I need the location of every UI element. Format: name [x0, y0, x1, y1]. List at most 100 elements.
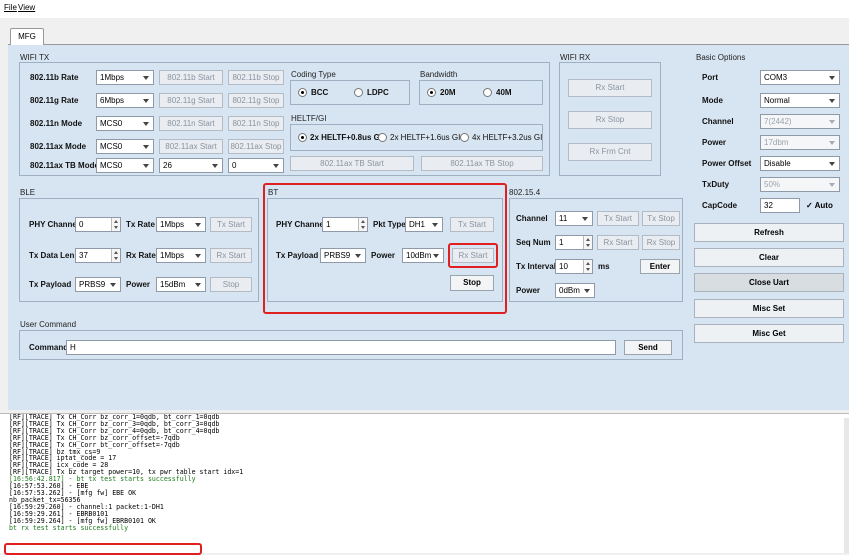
z154-seq-input[interactable]: 1 [555, 235, 593, 250]
z154-title: 802.15.4 [509, 188, 541, 197]
z154-channel-select[interactable]: 11 [555, 211, 593, 226]
ble-title: BLE [20, 188, 36, 197]
check-icon: ✓ [806, 201, 813, 210]
gi3-label: 4x HELTF+3.2us GI [472, 133, 543, 142]
chevron-down-icon [829, 162, 835, 166]
channel-select[interactable]: 7(2442) [760, 114, 840, 129]
ble-tx-start-button[interactable]: Tx Start [210, 217, 252, 232]
chevron-down-icon [582, 217, 588, 221]
ble-rxrate-select[interactable]: 1Mbps [156, 248, 206, 263]
start-11g-button[interactable]: 802.11g Start [159, 93, 223, 108]
send-button[interactable]: Send [624, 340, 672, 355]
misc-get-button[interactable]: Misc Get [694, 324, 844, 343]
stop-11n-button[interactable]: 802.11n Stop [228, 116, 284, 131]
rx-start-highlight-box [448, 243, 498, 268]
chevron-down-icon [143, 99, 149, 103]
gi2-radio[interactable] [378, 133, 387, 142]
z154-ms-label: ms [598, 262, 610, 271]
chevron-down-icon [584, 289, 590, 293]
log-line: bt rx test starts successfully [9, 523, 129, 532]
bcc-label: BCC [311, 88, 329, 97]
bw40-radio[interactable] [483, 88, 492, 97]
z154-seq-label: Seq Num [516, 238, 551, 247]
mode-11ax-label: 802.11ax Mode [30, 142, 87, 151]
wifi-rx-stop-button[interactable]: Rx Stop [568, 111, 652, 129]
wifi-rx-start-button[interactable]: Rx Start [568, 79, 652, 97]
chevron-down-icon [829, 99, 835, 103]
bw20-radio[interactable] [427, 88, 436, 97]
ble-phy-input[interactable]: 0 [75, 217, 121, 232]
port-label: Port [702, 73, 718, 82]
ble-rx-start-button[interactable]: Rx Start [210, 248, 252, 263]
rate-11g-select[interactable]: 6Mbps [96, 93, 154, 108]
spinner-icon[interactable] [583, 236, 592, 249]
log-console[interactable]: [RF][TRACE] Tx CH_Corr bz_corr_1=0qdb, b… [0, 413, 849, 553]
z154-tx-start-button[interactable]: Tx Start [597, 211, 639, 226]
spinner-icon[interactable] [583, 260, 592, 273]
z154-interval-input[interactable]: 10 [555, 259, 593, 274]
close-uart-button[interactable]: Close Uart [694, 273, 844, 292]
tb-mode-select[interactable]: MCS0 [96, 158, 154, 173]
spinner-icon[interactable] [111, 218, 120, 231]
ble-power-select[interactable]: 15dBm [156, 277, 206, 292]
stop-11g-button[interactable]: 802.11g Stop [228, 93, 284, 108]
auto-label: Auto [814, 201, 833, 210]
ble-datalen-input[interactable]: 37 [75, 248, 121, 263]
power-label: Power [702, 138, 727, 147]
ble-payload-select[interactable]: PRBS9 [75, 277, 121, 292]
tb-index-select[interactable]: 0 [228, 158, 284, 173]
basic-options-title: Basic Options [696, 53, 746, 62]
chevron-down-icon [195, 223, 201, 227]
menu-view[interactable]: View [18, 3, 35, 12]
capcode-input[interactable]: 32 [760, 198, 800, 213]
stop-11ax-button[interactable]: 802.11ax Stop [228, 139, 284, 154]
log-line: [16:57:53.262] - [mfg fw] EBE OK [9, 488, 137, 497]
misc-set-button[interactable]: Misc Set [694, 299, 844, 318]
bcc-radio[interactable] [298, 88, 307, 97]
tab-mfg[interactable]: MFG [10, 28, 44, 45]
txduty-select[interactable]: 50% [760, 177, 840, 192]
menu-file[interactable]: File [4, 3, 17, 12]
wifi-tx-title: WIFI TX [20, 53, 50, 62]
port-select[interactable]: COM3 [760, 70, 840, 85]
rate-11b-select[interactable]: 1Mbps [96, 70, 154, 85]
tb-stop-button[interactable]: 802.11ax TB Stop [421, 156, 543, 171]
log-highlight-box [4, 543, 202, 555]
wifi-rx-title: WIFI RX [560, 53, 591, 62]
chevron-down-icon [829, 183, 835, 187]
command-label: Command [29, 343, 69, 352]
start-11ax-button[interactable]: 802.11ax Start [159, 139, 223, 154]
bandwidth-group [419, 80, 543, 105]
mode-11ax-select[interactable]: MCS0 [96, 139, 154, 154]
z154-power-label: Power [516, 286, 541, 295]
chevron-down-icon [273, 164, 279, 168]
power-offset-select[interactable]: Disable [760, 156, 840, 171]
z154-rx-stop-button[interactable]: Rx Stop [642, 235, 680, 250]
ldpc-radio[interactable] [354, 88, 363, 97]
auto-checkbox[interactable]: ✓ Auto [806, 201, 833, 210]
z154-power-select[interactable]: 0dBm [555, 283, 595, 298]
z154-enter-button[interactable]: Enter [640, 259, 680, 274]
command-input[interactable]: H [66, 340, 616, 355]
wifi-rx-frm-cnt-button[interactable]: Rx Frm Cnt [568, 143, 652, 161]
ble-datalen-label: Tx Data Len [29, 251, 75, 260]
ble-stop-button[interactable]: Stop [210, 277, 252, 292]
z154-tx-stop-button[interactable]: Tx Stop [642, 211, 680, 226]
spinner-icon[interactable] [111, 249, 120, 262]
ble-txrate-select[interactable]: 1Mbps [156, 217, 206, 232]
power-select[interactable]: 17dbm [760, 135, 840, 150]
log-scrollbar[interactable] [844, 418, 849, 553]
chevron-down-icon [110, 283, 116, 287]
gi3-radio[interactable] [460, 133, 469, 142]
mode-11n-select[interactable]: MCS0 [96, 116, 154, 131]
refresh-button[interactable]: Refresh [694, 223, 844, 242]
stop-11b-button[interactable]: 802.11b Stop [228, 70, 284, 85]
start-11b-button[interactable]: 802.11b Start [159, 70, 223, 85]
start-11n-button[interactable]: 802.11n Start [159, 116, 223, 131]
clear-button[interactable]: Clear [694, 248, 844, 267]
tb-ru-select[interactable]: 26 [159, 158, 223, 173]
mode-select[interactable]: Normal [760, 93, 840, 108]
gi1-radio[interactable] [298, 133, 307, 142]
tb-start-button[interactable]: 802.11ax TB Start [290, 156, 414, 171]
z154-rx-start-button[interactable]: Rx Start [597, 235, 639, 250]
